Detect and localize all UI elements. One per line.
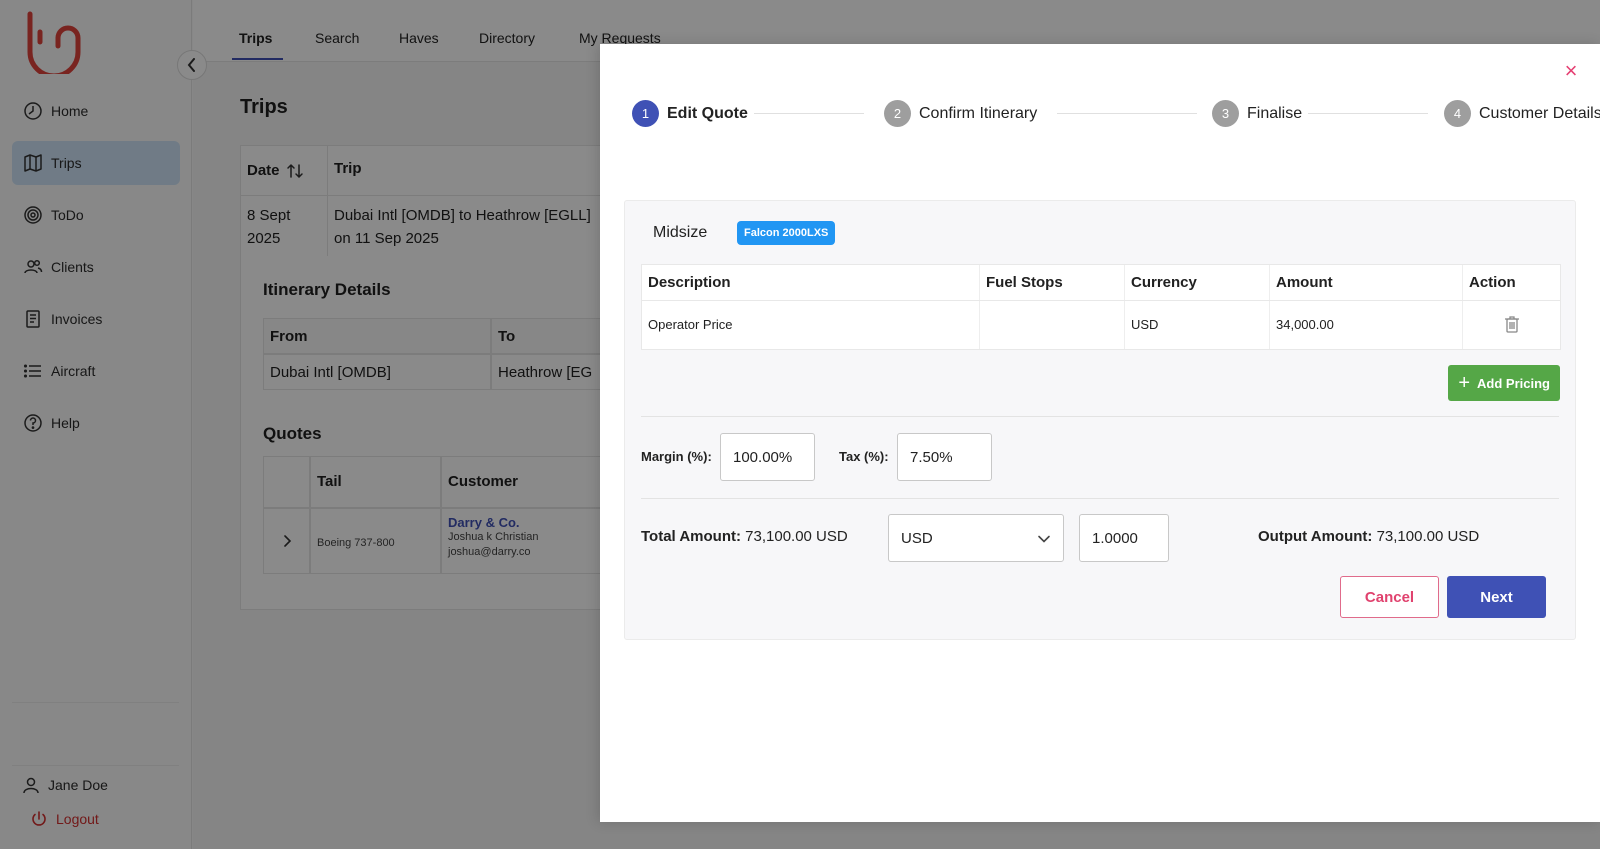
column-header: Fuel Stops [980,265,1125,300]
step-label: Edit Quote [667,104,748,122]
column-header: Description [642,265,980,300]
pricing-table: Description Fuel Stops Currency Amount A… [641,264,1561,350]
cancel-button[interactable]: Cancel [1340,576,1439,618]
plus-icon: + [1458,372,1471,394]
step-connector [1308,113,1428,114]
aircraft-badge: Falcon 2000LXS [737,221,836,245]
column-header: Currency [1125,265,1270,300]
currency-cell: USD [1125,301,1270,349]
output-amount-label: Output Amount: [1258,528,1373,545]
total-amount-value: 73,100.00 USD [745,528,848,545]
output-amount: Output Amount: 73,100.00 USD [1258,528,1479,545]
step-label: Customer Details [1479,104,1600,122]
tax-label: Tax (%): [839,449,889,464]
pricing-table-header: Description Fuel Stops Currency Amount A… [642,265,1560,301]
aircraft-size-category: Midsize [653,224,708,241]
divider [641,416,1559,417]
total-amount: Total Amount: 73,100.00 USD [641,528,848,545]
step-connector [754,113,864,114]
next-button[interactable]: Next [1447,576,1546,618]
close-icon[interactable]: × [1562,60,1580,82]
table-row: Operator Price USD 34,000.00 [642,301,1560,349]
exchange-rate-input[interactable]: 1.0000 [1079,514,1169,562]
column-header: Amount [1270,265,1463,300]
quote-panel: Midsize Falcon 2000LXS Description Fuel … [624,200,1576,640]
currency-select[interactable]: USD [888,514,1064,562]
tax-input[interactable]: 7.50% [897,433,992,481]
trash-icon [1504,316,1519,333]
step-label: Confirm Itinerary [919,104,1038,122]
output-amount-value: 73,100.00 USD [1376,528,1480,545]
quote-stepper: 1 Edit Quote 2 Confirm Itinerary 3 Final… [632,100,1600,128]
description-cell: Operator Price [642,301,980,349]
fuel-stops-cell [980,301,1125,349]
step-customer-details[interactable]: 4 Customer Details [1444,100,1600,127]
step-finalise[interactable]: 3 Finalise [1212,100,1302,127]
step-number: 3 [1212,100,1239,127]
step-label: Finalise [1247,104,1303,122]
step-number: 1 [632,100,659,127]
step-number: 2 [884,100,911,127]
amount-cell: 34,000.00 [1270,301,1463,349]
step-edit-quote[interactable]: 1 Edit Quote [632,100,748,127]
margin-input[interactable]: 100.00% [720,433,815,481]
add-pricing-label: Add Pricing [1477,375,1550,391]
add-pricing-button[interactable]: + Add Pricing [1448,365,1560,401]
margin-label: Margin (%): [641,449,712,464]
delete-row-button[interactable] [1463,301,1560,349]
step-number: 4 [1444,100,1471,127]
step-connector [1057,113,1197,114]
edit-quote-modal: × 1 Edit Quote 2 Confirm Itinerary 3 Fin… [600,44,1600,822]
total-amount-label: Total Amount: [641,528,741,545]
divider [641,498,1559,499]
chevron-down-icon [1038,535,1050,543]
step-confirm-itinerary[interactable]: 2 Confirm Itinerary [884,100,1037,127]
currency-select-value: USD [901,529,933,547]
column-header: Action [1469,274,1516,291]
